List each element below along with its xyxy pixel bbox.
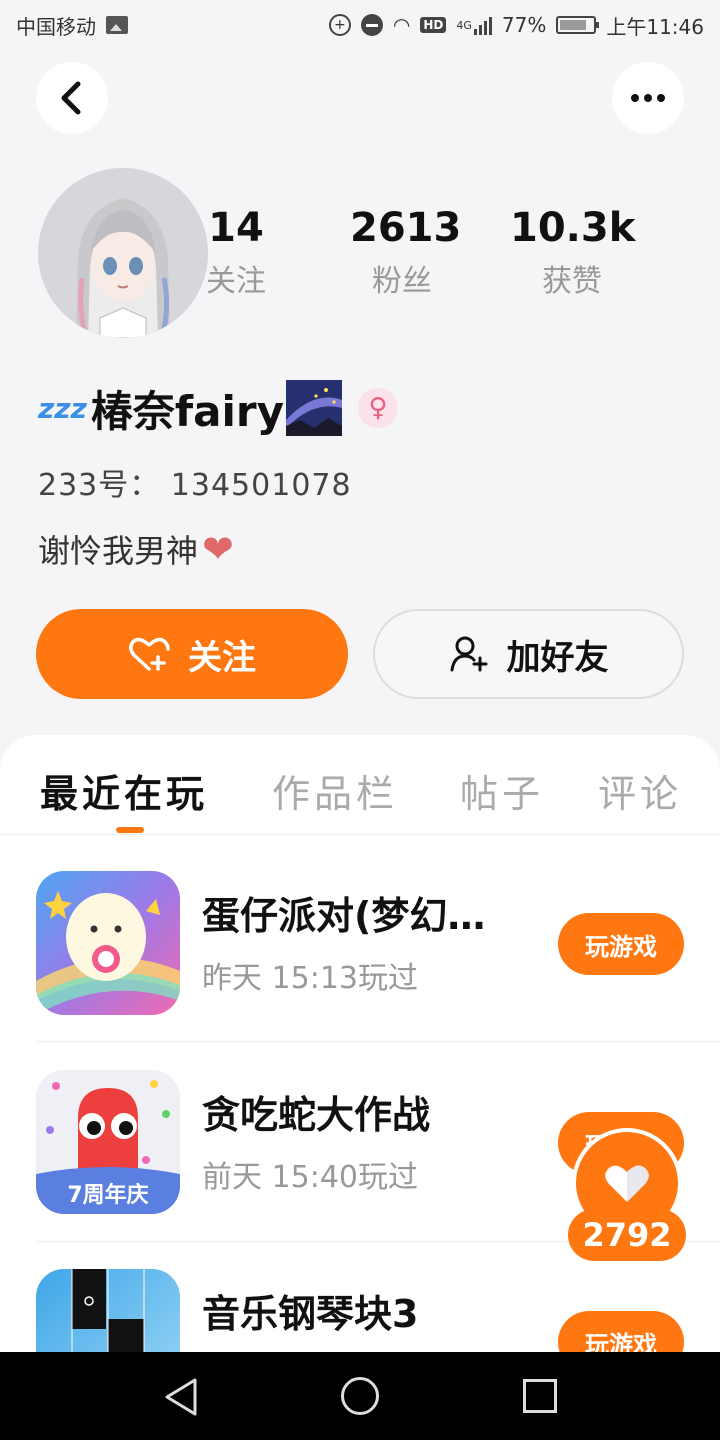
add-friend-label: 加好友 (506, 637, 609, 678)
username-row: zzz 椿奈fairy ♀ (38, 378, 398, 438)
tab-posts[interactable]: 帖子 (460, 763, 544, 818)
snake-game-icon: 7周年庆 (36, 1070, 180, 1214)
clock: 上午11:46 (606, 14, 704, 39)
bio-text: 谢怜我男神 (38, 532, 199, 570)
chevron-left-icon (61, 81, 81, 115)
back-button[interactable] (36, 62, 108, 134)
signal-icon (473, 15, 492, 35)
milky-way-emoji-icon (286, 380, 342, 436)
do-not-disturb-icon (360, 14, 383, 36)
likes-count: 10.3k (510, 205, 636, 251)
piano-tiles-icon (36, 1269, 180, 1355)
status-bar: 中国移动 + ◠ HD 4G 77% 上午11:46 (0, 0, 720, 50)
carrier-label: 中国移动 (16, 14, 96, 39)
active-tab-indicator (116, 827, 144, 833)
heart-icon (605, 1165, 649, 1202)
system-nav-bar (0, 1352, 720, 1440)
zzz-emoji: zzz (38, 391, 87, 425)
network-type: 4G (456, 18, 472, 32)
hd-icon: HD (420, 17, 447, 33)
wifi-icon: ◠ (392, 13, 411, 37)
more-options-button[interactable] (612, 62, 684, 134)
more-dot-icon (657, 94, 665, 102)
game-title: 蛋仔派对(梦幻… (202, 894, 486, 938)
user-id: 233号： 134501078 (38, 468, 352, 503)
following-count: 14 (208, 205, 264, 251)
tab-bar: 最近在玩 作品栏 帖子 评论 (0, 735, 720, 835)
add-user-icon (450, 636, 487, 672)
game-played-time: 昨天 15:13玩过 (202, 961, 418, 996)
follow-button[interactable]: 关注 (36, 609, 348, 699)
image-notification-icon (106, 16, 128, 34)
stat-likes[interactable]: 10.3k 获赞 (510, 200, 636, 302)
more-dot-icon (644, 94, 652, 102)
tab-recently-played[interactable]: 最近在玩 (40, 763, 208, 818)
battery-icon (556, 16, 600, 34)
avatar[interactable] (38, 168, 208, 338)
stat-followers[interactable]: 2613 粉丝 (350, 200, 462, 302)
anime-girl-avatar-image (38, 168, 208, 338)
eggy-party-icon (36, 871, 180, 1015)
tab-works[interactable]: 作品栏 (272, 763, 398, 818)
nav-recents-icon[interactable] (523, 1379, 557, 1413)
heart-emoji: ❤ (202, 527, 234, 571)
like-count-badge: 2792 (568, 1209, 686, 1261)
game-title: 音乐钢琴块3 (202, 1292, 419, 1336)
tab-comments[interactable]: 评论 (598, 763, 682, 818)
follow-label: 关注 (188, 637, 256, 678)
sync-icon: + (328, 14, 351, 36)
game-title: 贪吃蛇大作战 (202, 1093, 431, 1137)
more-dot-icon (631, 94, 639, 102)
heart-plus-icon (129, 637, 170, 671)
divider (36, 1041, 720, 1042)
game-list-item[interactable]: 音乐钢琴块3 玩游戏 (0, 1269, 720, 1355)
stat-following[interactable]: 14 关注 (200, 200, 272, 302)
followers-label: 粉丝 (372, 264, 432, 299)
game-played-time: 前天 15:40玩过 (202, 1160, 418, 1195)
bio: 谢怜我男神 ❤ (38, 526, 234, 572)
add-friend-button[interactable]: 加好友 (373, 609, 684, 699)
following-label: 关注 (206, 264, 266, 299)
content-panel: 最近在玩 作品栏 帖子 评论 蛋仔派对(梦幻… 昨天 15:13玩过 玩游戏 7… (0, 735, 720, 1355)
nav-home-icon[interactable] (341, 1377, 379, 1415)
play-game-button[interactable]: 玩游戏 (558, 913, 684, 975)
play-game-button[interactable]: 玩游戏 (558, 1311, 684, 1355)
battery-percent: 77% (501, 13, 547, 37)
likes-label: 获赞 (542, 264, 602, 299)
nav-back-icon[interactable] (163, 1377, 199, 1417)
followers-count: 2613 (350, 205, 462, 251)
female-gender-badge: ♀ (358, 388, 398, 428)
username: 椿奈fairy (90, 386, 284, 436)
anniversary-badge: 7周年庆 (67, 1182, 148, 1208)
